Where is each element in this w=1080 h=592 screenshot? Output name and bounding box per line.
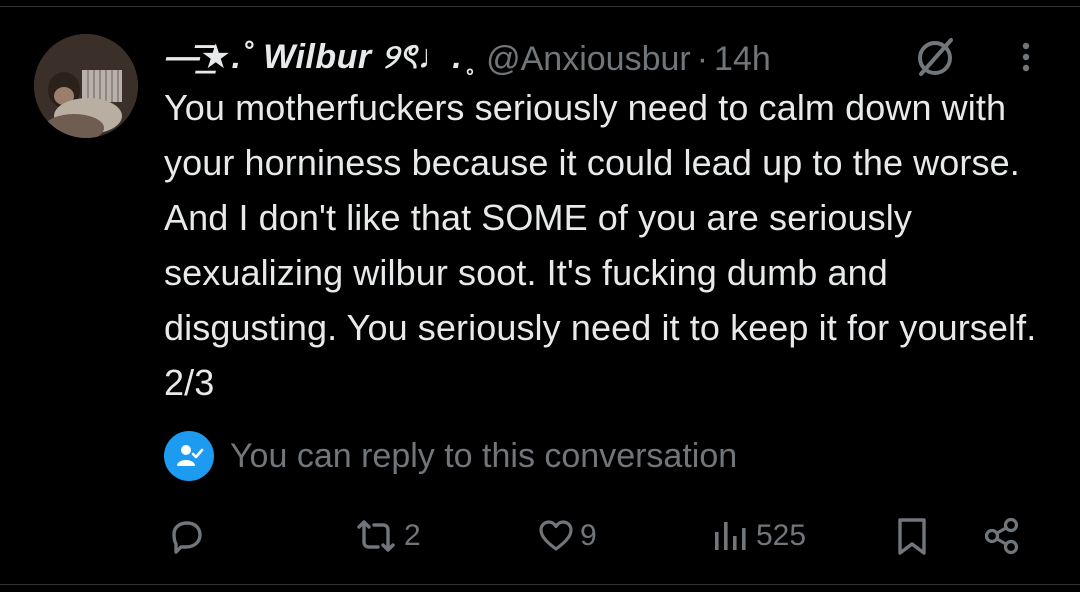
retweet-button[interactable]: 2 [352, 508, 421, 564]
bottom-divider [0, 584, 1080, 585]
like-count: 9 [580, 519, 597, 552]
bookmark-icon [898, 518, 926, 555]
avatar[interactable] [34, 34, 138, 138]
top-divider [0, 6, 1080, 7]
views-button[interactable]: 525 [712, 508, 806, 564]
separator-dot: · [696, 39, 709, 78]
views-bar-chart-icon [715, 522, 746, 550]
bookmark-button[interactable] [892, 508, 932, 564]
share-button[interactable] [980, 508, 1024, 564]
handle-and-time: @Anxiousbur · 14h [486, 40, 771, 79]
reply-notice: You can reply to this conversation [164, 431, 738, 481]
display-name[interactable]: —͟͞͞★.˚ Wilbur ୨ৎ♩. ̥ [166, 31, 472, 88]
tweet-text: You motherfuckers seriously need to calm… [164, 87, 1037, 403]
views-count: 525 [756, 519, 807, 552]
retweet-icon [357, 520, 395, 552]
action-bar: 2 9 525 [0, 508, 1080, 564]
reply-button[interactable] [164, 508, 208, 564]
heart-icon [539, 520, 573, 551]
slash-circle-icon[interactable] [913, 36, 957, 80]
person-check-icon [164, 431, 214, 481]
more-options-icon[interactable] [1016, 40, 1036, 74]
tweet-header: —͟͞͞★.˚ Wilbur ୨ৎ♩. ̥ @Anxiousbur · 14h [166, 34, 771, 84]
reply-bubble-icon [172, 521, 202, 554]
timestamp[interactable]: 14h [714, 40, 771, 78]
retweet-count: 2 [404, 519, 421, 552]
like-button[interactable]: 9 [536, 508, 597, 564]
reply-notice-text: You can reply to this conversation [230, 436, 738, 475]
share-icon [984, 517, 1019, 555]
user-handle[interactable]: @Anxiousbur [486, 40, 691, 78]
